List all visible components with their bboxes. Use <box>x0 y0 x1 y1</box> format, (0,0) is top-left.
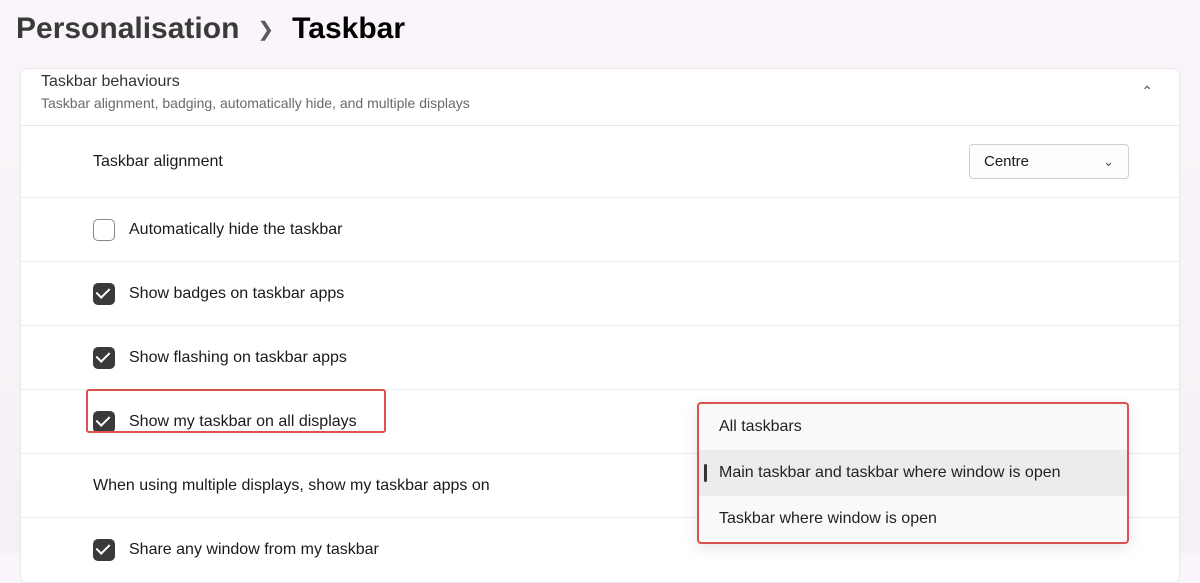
badges-row[interactable]: Show badges on taskbar apps <box>21 262 1179 326</box>
multi-display-label: When using multiple displays, show my ta… <box>93 477 490 495</box>
breadcrumb-current: Taskbar <box>292 12 405 46</box>
all-displays-checkbox[interactable] <box>93 411 115 433</box>
multi-display-flyout: All taskbars Main taskbar and taskbar wh… <box>697 402 1129 544</box>
section-subtitle: Taskbar alignment, badging, automaticall… <box>41 95 1135 111</box>
badges-checkbox[interactable] <box>93 283 115 305</box>
share-window-label: Share any window from my taskbar <box>129 541 379 559</box>
taskbar-alignment-label: Taskbar alignment <box>93 153 223 171</box>
flyout-item-window-open[interactable]: Taskbar where window is open <box>699 496 1127 542</box>
chevron-right-icon: ❯ <box>257 17 274 42</box>
flashing-row[interactable]: Show flashing on taskbar apps <box>21 326 1179 390</box>
taskbar-alignment-dropdown[interactable]: Centre ⌄ <box>969 144 1129 179</box>
auto-hide-row[interactable]: Automatically hide the taskbar <box>21 198 1179 262</box>
all-displays-label: Show my taskbar on all displays <box>129 413 357 431</box>
flyout-item-all-taskbars[interactable]: All taskbars <box>699 404 1127 450</box>
dropdown-value: Centre <box>984 153 1029 170</box>
breadcrumb-parent[interactable]: Personalisation <box>16 12 239 46</box>
chevron-down-icon: ⌄ <box>1103 154 1114 170</box>
flyout-item-main-and-window[interactable]: Main taskbar and taskbar where window is… <box>699 450 1127 496</box>
flashing-checkbox[interactable] <box>93 347 115 369</box>
chevron-up-icon[interactable]: ⌃ <box>1135 77 1159 106</box>
section-title: Taskbar behaviours <box>41 73 1135 91</box>
badges-label: Show badges on taskbar apps <box>129 285 344 303</box>
taskbar-alignment-row: Taskbar alignment Centre ⌄ <box>21 126 1179 198</box>
auto-hide-label: Automatically hide the taskbar <box>129 221 342 239</box>
flashing-label: Show flashing on taskbar apps <box>129 349 347 367</box>
breadcrumb: Personalisation ❯ Taskbar <box>0 0 1200 68</box>
share-window-checkbox[interactable] <box>93 539 115 561</box>
section-header[interactable]: Taskbar behaviours Taskbar alignment, ba… <box>21 69 1179 126</box>
auto-hide-checkbox[interactable] <box>93 219 115 241</box>
